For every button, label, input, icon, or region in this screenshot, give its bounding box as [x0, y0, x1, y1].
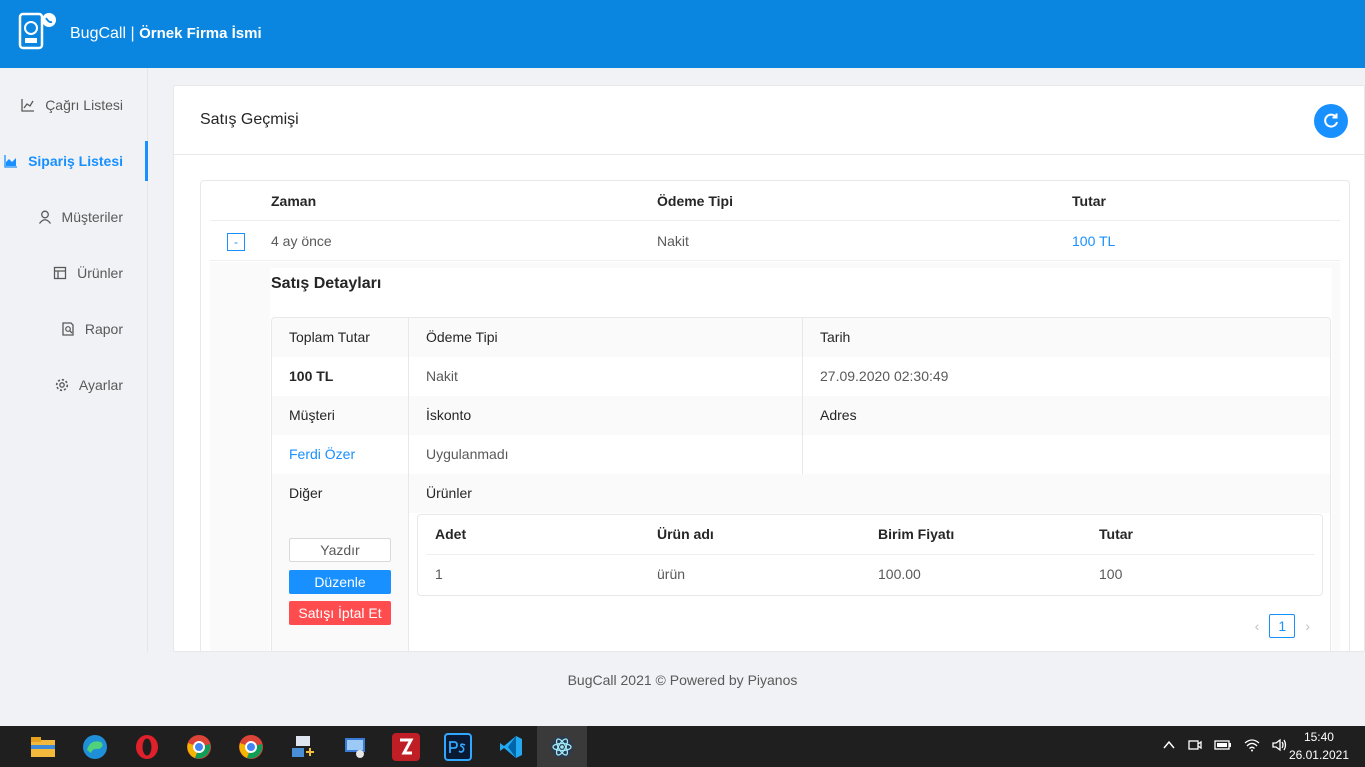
clock-date: 26.01.2021 — [1288, 748, 1349, 762]
row-amount[interactable]: 100 TL — [1072, 233, 1115, 249]
label-date: Tarih — [820, 329, 851, 345]
column-header-qty: Adet — [435, 526, 467, 542]
sales-history-card: Satış Geçmişi Zaman Ödeme Tipi Tutar - 4… — [173, 85, 1365, 652]
sidebar-item-ayarlar[interactable]: Ayarlar — [55, 373, 123, 397]
meet-now-icon[interactable] — [1188, 738, 1202, 752]
sidebar-item-label: Müşteriler — [61, 209, 123, 225]
sidebar-item-label: Ayarlar — [78, 377, 123, 393]
card-header: Satış Geçmişi — [174, 86, 1364, 155]
product-name: ürün — [657, 566, 686, 582]
sidebar-item-musteriler[interactable]: Müşteriler — [38, 205, 123, 229]
remote-desktop-icon[interactable] — [340, 732, 370, 762]
photoshop-icon[interactable] — [444, 733, 472, 761]
page-title: Satış Geçmişi — [200, 111, 299, 128]
table-row: 1 ürün 100.00 100 — [418, 555, 1324, 595]
refresh-button[interactable] — [1314, 104, 1348, 138]
line-chart-icon — [21, 99, 35, 112]
brand-separator: | — [130, 25, 135, 42]
label-discount: İskonto — [426, 407, 472, 423]
value-discount: Uygulanmadı — [426, 446, 509, 462]
edit-button[interactable]: Düzenle — [289, 570, 391, 594]
product-qty: 1 — [435, 566, 443, 582]
network-app-icon[interactable] — [288, 732, 318, 762]
file-explorer-icon[interactable] — [28, 732, 58, 762]
edge-icon[interactable] — [80, 732, 110, 762]
label-address: Adres — [820, 407, 857, 423]
next-page-button[interactable]: › — [1305, 618, 1310, 634]
sidebar: Çağrı Listesi Sipariş Listesi Müşteriler… — [0, 68, 148, 652]
column-header-amount[interactable]: Tutar — [1072, 193, 1106, 209]
sales-table: Zaman Ödeme Tipi Tutar - 4 ay önce Nakit… — [200, 180, 1350, 651]
area-chart-icon — [4, 155, 18, 168]
details-label-row: Diğer Ürünler — [272, 474, 1330, 513]
app-name: BugCall — [70, 25, 127, 42]
sale-details: Toplam Tutar Ödeme Tipi Tarih 100 TL Nak… — [271, 317, 1331, 651]
electron-icon[interactable] — [547, 732, 577, 762]
report-icon — [62, 322, 74, 336]
product-unit-price: 100.00 — [878, 566, 921, 582]
clock-time: 15:40 — [1303, 730, 1334, 744]
opera-icon[interactable] — [132, 732, 162, 762]
collapse-row-button[interactable]: - — [227, 233, 245, 251]
sidebar-item-cagri-listesi[interactable]: Çağrı Listesi — [21, 93, 123, 117]
refresh-icon — [1324, 113, 1338, 128]
value-date: 27.09.2020 02:30:49 — [820, 368, 949, 384]
wifi-icon[interactable] — [1244, 738, 1260, 752]
page-1-button[interactable]: 1 — [1269, 614, 1296, 638]
divider — [802, 318, 803, 474]
clock[interactable]: 15:40 26.01.2021 — [1289, 728, 1349, 764]
column-header-payment[interactable]: Ödeme Tipi — [657, 193, 733, 209]
system-tray — [1162, 738, 1288, 752]
label-payment: Ödeme Tipi — [426, 329, 498, 345]
value-payment: Nakit — [426, 368, 458, 384]
chevron-up-icon[interactable] — [1162, 738, 1176, 752]
app-logo-icon[interactable] — [18, 12, 58, 52]
column-header-total: Tutar — [1099, 526, 1133, 542]
active-indicator — [145, 141, 148, 181]
details-title: Satış Detayları — [271, 275, 382, 292]
filezilla-icon[interactable] — [392, 733, 420, 761]
customer-link[interactable]: Ferdi Özer — [289, 446, 355, 462]
sidebar-item-rapor[interactable]: Rapor — [61, 317, 123, 341]
sidebar-item-urunler[interactable]: Ürünler — [53, 261, 123, 285]
prev-page-button[interactable]: ‹ — [1255, 618, 1260, 634]
label-customer: Müşteri — [289, 407, 335, 423]
table-row[interactable]: - 4 ay önce Nakit 100 TL — [210, 221, 1340, 261]
battery-icon[interactable] — [1214, 738, 1232, 752]
windows-taskbar: 15:40 26.01.2021 — [0, 726, 1365, 767]
app-header: BugCall | Örnek Firma İsmi — [0, 0, 1365, 68]
print-button[interactable]: Yazdır — [289, 538, 391, 562]
cancel-sale-button[interactable]: Satışı İptal Et — [289, 601, 391, 625]
settings-icon — [55, 378, 69, 392]
row-time: 4 ay önce — [271, 233, 332, 249]
product-total: 100 — [1099, 566, 1123, 582]
products-table-header: Adet Ürün adı Birim Fiyatı Tutar — [418, 515, 1324, 555]
label-total: Toplam Tutar — [289, 329, 370, 345]
table-header: Zaman Ödeme Tipi Tutar — [210, 181, 1340, 221]
column-header-product-name: Ürün adı — [657, 526, 714, 542]
footer: BugCall 2021 © Powered by Piyanos — [567, 672, 798, 688]
row-payment: Nakit — [657, 233, 689, 249]
brand-title: BugCall | Örnek Firma İsmi — [70, 25, 262, 43]
column-header-time[interactable]: Zaman — [271, 193, 316, 209]
column-header-unit-price: Birim Fiyatı — [878, 526, 955, 542]
sidebar-item-label: Rapor — [84, 321, 123, 337]
user-icon — [38, 210, 51, 224]
product-icon — [53, 266, 67, 280]
divider — [408, 318, 409, 651]
chrome-profile-icon[interactable] — [236, 732, 266, 762]
products-table: Adet Ürün adı Birim Fiyatı Tutar 1 ürün … — [417, 514, 1323, 596]
label-other: Diğer — [289, 485, 323, 501]
label-products: Ürünler — [426, 485, 472, 501]
sidebar-item-siparis-listesi[interactable]: Sipariş Listesi — [4, 149, 123, 173]
value-total: 100 TL — [289, 368, 334, 384]
company-name: Örnek Firma İsmi — [139, 25, 262, 42]
sidebar-item-label: Çağrı Listesi — [45, 97, 123, 113]
volume-icon[interactable] — [1272, 738, 1288, 752]
chrome-icon[interactable] — [184, 732, 214, 762]
pagination: ‹ 1 › — [1255, 614, 1310, 638]
vscode-icon[interactable] — [496, 732, 526, 762]
sidebar-item-label: Ürünler — [77, 265, 123, 281]
sidebar-item-label: Sipariş Listesi — [28, 153, 123, 169]
